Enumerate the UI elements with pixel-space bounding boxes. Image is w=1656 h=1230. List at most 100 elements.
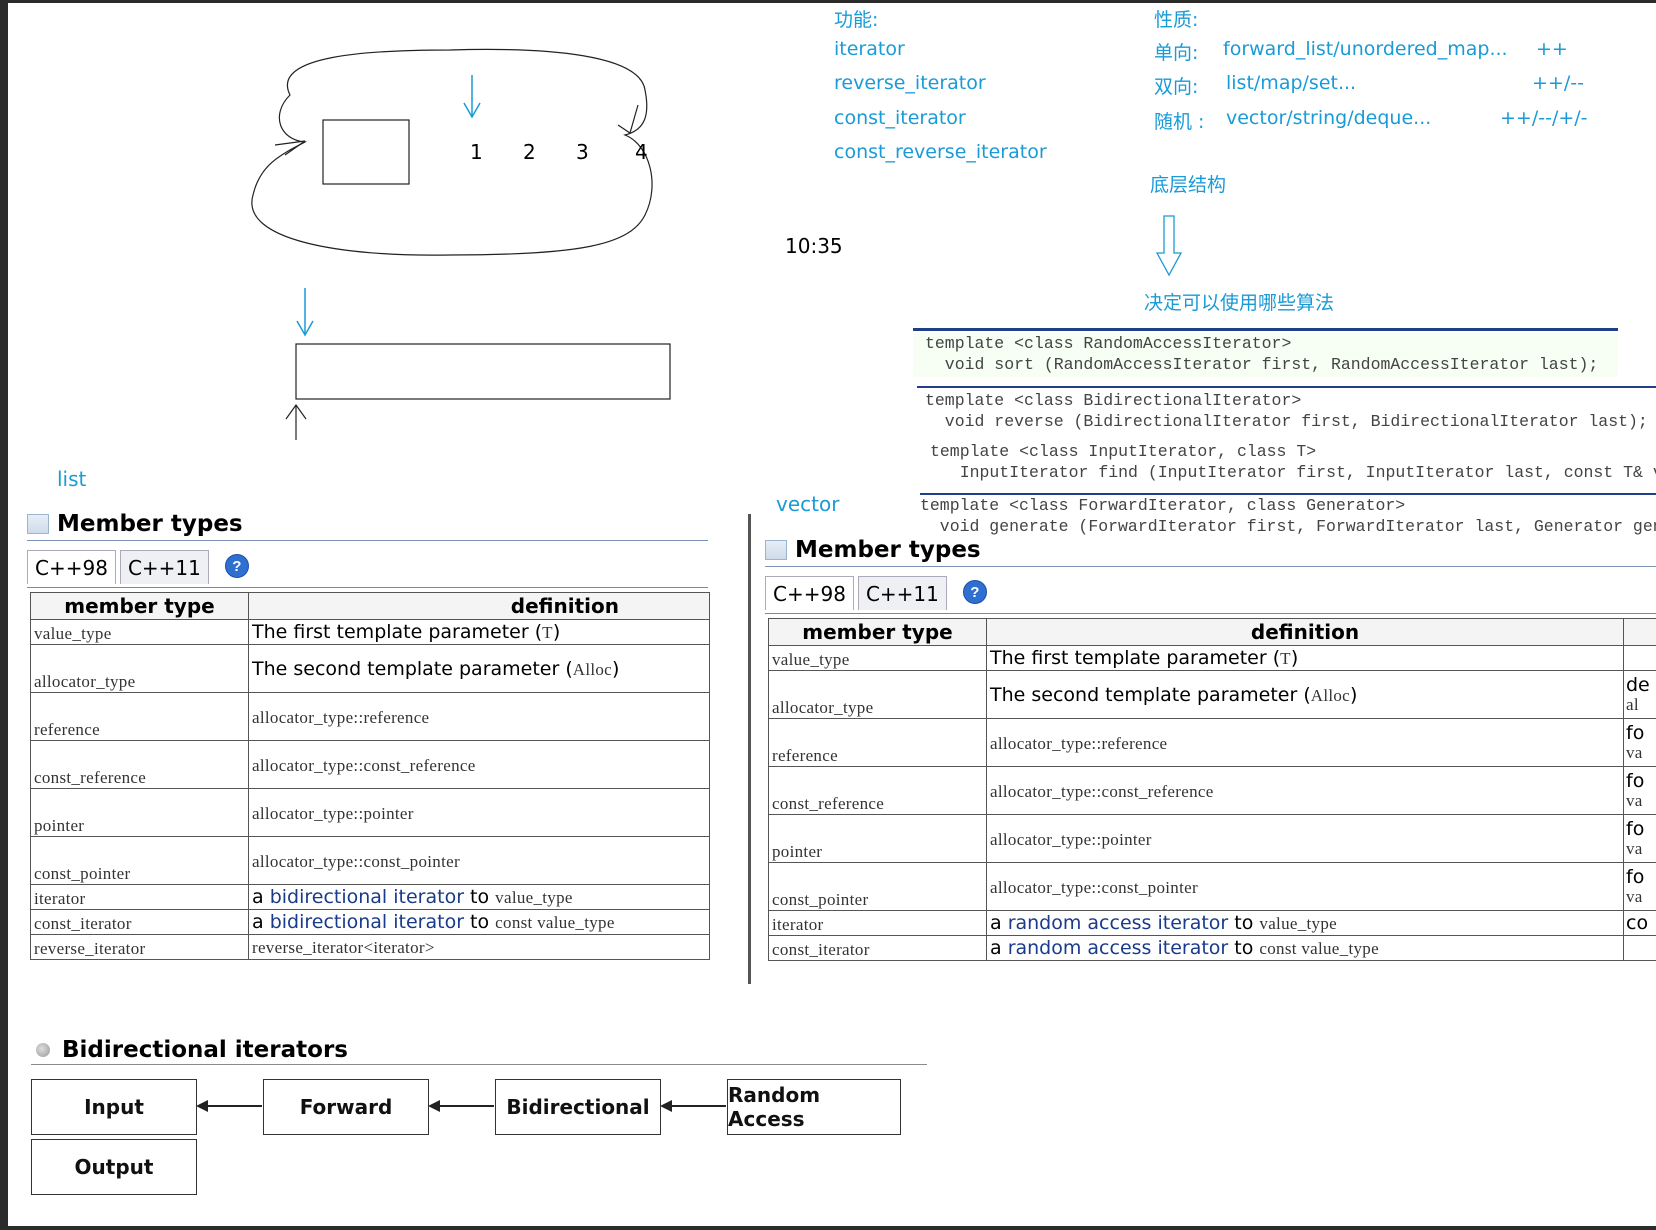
member-type-cell: allocator_type: [30, 644, 249, 693]
table-row: reference allocator_type::reference fo va: [768, 718, 1656, 767]
iterator-category-link[interactable]: random access iterator: [1008, 912, 1229, 934]
definition-cell: allocator_type::const_reference: [986, 766, 1624, 815]
truncated-note: va: [1626, 886, 1643, 906]
definition-cell: allocator_type::const_reference: [248, 740, 710, 789]
arrow-bidirectional-to-forward: [439, 1105, 494, 1107]
tab-cpp11[interactable]: C++11: [119, 550, 209, 584]
truncated-note: va: [1626, 742, 1643, 762]
definition-code: allocator_type::pointer: [252, 803, 414, 823]
function-header: 功能:: [834, 9, 879, 31]
member-type-cell: const_iterator: [30, 909, 249, 935]
sketch-digit: 2: [523, 140, 536, 164]
truncated-notes-cell: fo va: [1623, 862, 1656, 911]
definition-code: reverse_iterator<iterator>: [252, 938, 435, 957]
table-row: const_pointer allocator_type::const_point…: [30, 836, 710, 885]
member-type-cell: const_reference: [768, 766, 987, 815]
iterator-category-link[interactable]: random access iterator: [1008, 937, 1229, 959]
hollow-down-arrow: [1156, 215, 1182, 277]
definition-text: to: [464, 911, 496, 933]
truncated-note: fo: [1626, 865, 1645, 888]
iterator-category-link[interactable]: bidirectional iterator: [270, 886, 464, 908]
truncated-note: va: [1626, 790, 1643, 810]
help-icon[interactable]: ?: [224, 554, 249, 578]
arrow-forward-to-input: [207, 1105, 262, 1107]
member-type-name: reverse_iterator: [34, 939, 146, 958]
definition-code: value_type: [1259, 914, 1337, 933]
forward-iterator-box: Forward: [263, 1079, 429, 1135]
member-type-cell: value_type: [768, 645, 987, 671]
definition-cell: allocator_type::reference: [248, 692, 710, 741]
definition-cell: allocator_type::const_pointer: [248, 836, 710, 885]
definition-cell: a random access iterator to value_type: [986, 910, 1624, 936]
property-kind: 双向:: [1154, 76, 1199, 98]
title-rule: [31, 1064, 927, 1065]
generate-signature: template <class ForwardIterator, class G…: [920, 495, 1656, 539]
iterator-kind: const_reverse_iterator: [834, 141, 1047, 163]
truncated-notes-cell: de al: [1623, 670, 1656, 719]
bidirectional-iterator-box: Bidirectional: [495, 1079, 661, 1135]
definition-text: to: [1228, 937, 1260, 959]
sketch-node-box: [322, 119, 410, 185]
table-row: const_reference allocator_type::const_ref…: [768, 766, 1656, 815]
definition-text: to: [464, 886, 496, 908]
table-row: allocator_type The second template parame…: [768, 670, 1656, 719]
definition-cell: a bidirectional iterator to const value_…: [248, 909, 710, 935]
bullet-icon: [36, 1043, 50, 1057]
property-containers: list/map/set...: [1226, 72, 1357, 94]
member-type-name: reference: [34, 720, 100, 739]
sketch-digit: 1: [470, 140, 483, 164]
table-row: const_iterator a random access iterator t…: [768, 935, 1656, 961]
title-rule: [27, 540, 708, 541]
definition-cell: allocator_type::reference: [986, 718, 1624, 767]
definition-cell: reverse_iterator<iterator>: [248, 934, 710, 960]
vector-member-types-title: Member types: [765, 537, 981, 563]
input-iterator-box: Input: [31, 1079, 197, 1135]
member-type-cell: reverse_iterator: [30, 934, 249, 960]
tab-cpp98[interactable]: C++98: [765, 576, 854, 610]
definition-cell: allocator_type::pointer: [248, 788, 710, 837]
sketch-blob: [251, 48, 653, 256]
member-type-cell: allocator_type: [768, 670, 987, 719]
definition-text: ): [612, 657, 620, 680]
iterator-kind: const_iterator: [834, 107, 966, 129]
member-type-cell: const_pointer: [768, 862, 987, 911]
property-containers: vector/string/deque...: [1226, 107, 1432, 129]
property-ops: ++: [1536, 38, 1568, 60]
truncated-note: co: [1626, 912, 1649, 934]
find-signature: template <class InputIterator, class T> …: [920, 441, 1656, 485]
bidirectional-iterators-title: Bidirectional iterators: [36, 1037, 348, 1063]
help-icon[interactable]: ?: [962, 580, 987, 604]
definition-cell: The second template parameter (Alloc): [986, 670, 1624, 719]
underlying-structure-note: 底层结构: [1150, 174, 1227, 196]
tab-cpp98[interactable]: C++98: [27, 550, 116, 584]
definition-code: Alloc: [1310, 685, 1351, 705]
tab-cpp11[interactable]: C++11: [857, 576, 947, 610]
definition-text: ): [1290, 647, 1299, 669]
truncated-note: de: [1626, 673, 1650, 696]
member-type-name: iterator: [34, 889, 86, 908]
section-icon: [27, 514, 49, 534]
definition-text: a: [252, 886, 270, 908]
definition-text: The second template parameter (: [990, 683, 1311, 706]
member-type-cell: const_reference: [30, 740, 249, 789]
arrow-head-icon: [428, 1100, 440, 1112]
table-row: reverse_iterator reverse_iterator<iterato…: [30, 934, 710, 960]
table-row: pointer allocator_type::pointer fo va: [768, 814, 1656, 863]
definition-code: allocator_type::const_reference: [990, 781, 1214, 801]
definition-text: The first template parameter (: [252, 621, 543, 643]
definition-code: const value_type: [495, 913, 615, 932]
truncated-notes-cell: fo va: [1623, 718, 1656, 767]
iterator-kind: iterator: [834, 38, 905, 60]
definition-code: T: [542, 623, 553, 642]
definition-cell: allocator_type::pointer: [986, 814, 1624, 863]
member-type-name: const_reference: [772, 794, 885, 813]
random-access-iterator-box: Random Access: [727, 1079, 901, 1135]
member-type-cell: pointer: [768, 814, 987, 863]
truncated-notes-cell: fo va: [1623, 814, 1656, 863]
sketch-drawing: [251, 48, 671, 440]
column-header: member type: [30, 592, 249, 620]
panel-divider: [748, 514, 751, 984]
iterator-category-link[interactable]: bidirectional iterator: [270, 911, 464, 933]
table-row: const_reference allocator_type::const_ref…: [30, 740, 710, 789]
definition-text: a: [990, 912, 1008, 934]
